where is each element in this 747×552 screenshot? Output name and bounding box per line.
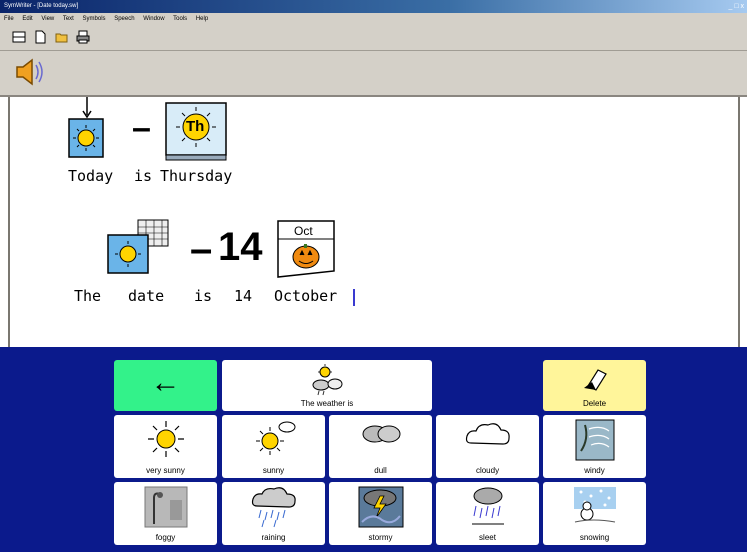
cell-very-sunny[interactable]: very sunny — [114, 415, 217, 478]
window-controls[interactable]: _ □ x — [728, 1, 744, 12]
eraser-icon — [583, 369, 607, 391]
cell-raining[interactable]: raining — [222, 482, 325, 545]
cell-cloudy[interactable]: cloudy — [436, 415, 539, 478]
window-title-bar: SymWriter - [Date today.sw] _ □ x — [0, 0, 747, 13]
big-date-number: 14 — [218, 225, 263, 269]
delete-label: Delete — [582, 399, 607, 408]
menu-bar: File Edit View Text Symbols Speech Windo… — [0, 13, 747, 25]
sleet-icon — [471, 487, 504, 525]
print-icon[interactable] — [76, 30, 90, 44]
word-14: 14 — [234, 287, 253, 305]
speaker-icon[interactable] — [14, 57, 46, 92]
speech-bar — [0, 51, 747, 97]
weather-header-icon — [312, 364, 343, 396]
dash-1: – — [132, 109, 151, 147]
menu-text[interactable]: Text — [63, 16, 74, 22]
cell-label: snowing — [579, 533, 610, 542]
today-sun-symbol — [67, 97, 107, 170]
cell-label: raining — [261, 533, 286, 542]
very-sunny-icon — [147, 421, 184, 457]
foggy-icon — [144, 486, 187, 528]
cell-label: sleet — [479, 533, 496, 542]
cell-foggy[interactable]: foggy — [114, 482, 217, 545]
menu-tools[interactable]: Tools — [173, 16, 187, 22]
cell-label: dull — [374, 466, 387, 475]
document-area[interactable]: – Th Today is Thursday – 14 Oct The date… — [8, 97, 740, 347]
menu-symbols[interactable]: Symbols — [83, 16, 106, 22]
cloudy-icon — [465, 423, 510, 445]
menu-help[interactable]: Help — [196, 16, 208, 22]
cell-label: foggy — [155, 533, 176, 542]
menu-edit[interactable]: Edit — [22, 16, 32, 22]
cell-sunny[interactable]: sunny — [222, 415, 325, 478]
cell-stormy[interactable]: stormy — [329, 482, 432, 545]
thursday-badge: Th — [186, 118, 205, 135]
menu-window[interactable]: Window — [143, 16, 164, 22]
word-thursday: Thursday — [160, 167, 233, 185]
weather-header-label: The weather is — [300, 399, 354, 408]
left-arrow-icon: ← — [150, 366, 181, 399]
window-title: SymWriter - [Date today.sw] — [4, 3, 79, 9]
cell-label: very sunny — [146, 466, 185, 475]
word-is-1: is — [134, 167, 153, 185]
word-october: October — [274, 287, 338, 305]
snowing-icon — [573, 487, 616, 523]
stormy-icon — [358, 486, 403, 528]
cell-windy[interactable]: windy — [543, 415, 646, 478]
layout-icon[interactable] — [12, 30, 26, 44]
menu-speech[interactable]: Speech — [114, 16, 134, 22]
word-today: Today — [68, 167, 114, 185]
raining-icon — [251, 487, 296, 528]
sunny-icon — [255, 421, 295, 455]
weather-header-cell[interactable]: The weather is — [222, 360, 432, 411]
toolbar — [0, 25, 747, 51]
windy-icon — [575, 419, 614, 461]
cell-label: stormy — [368, 533, 393, 542]
dash-2: – — [190, 227, 213, 271]
cell-label: cloudy — [475, 466, 500, 475]
cell-sleet[interactable]: sleet — [436, 482, 539, 545]
word-date: date — [128, 287, 165, 305]
menu-view[interactable]: View — [41, 16, 54, 22]
text-cursor — [353, 289, 355, 306]
calendar-month-label: Oct — [294, 224, 313, 238]
menu-file[interactable]: File — [4, 16, 14, 22]
cell-label: sunny — [262, 466, 285, 475]
cell-label: windy — [584, 466, 605, 475]
word-is-2: is — [194, 287, 213, 305]
cell-snowing[interactable]: snowing — [543, 482, 646, 545]
back-button[interactable]: ← — [114, 360, 217, 411]
cell-dull[interactable]: dull — [329, 415, 432, 478]
open-folder-icon[interactable] — [55, 30, 69, 44]
date-symbol — [106, 217, 176, 286]
delete-button[interactable]: Delete — [543, 360, 646, 411]
symbol-grid: ← The weather is Delete very sunny sunny… — [0, 347, 747, 552]
new-document-icon[interactable] — [33, 30, 47, 44]
word-the: The — [74, 287, 102, 305]
dull-icon — [362, 425, 400, 443]
